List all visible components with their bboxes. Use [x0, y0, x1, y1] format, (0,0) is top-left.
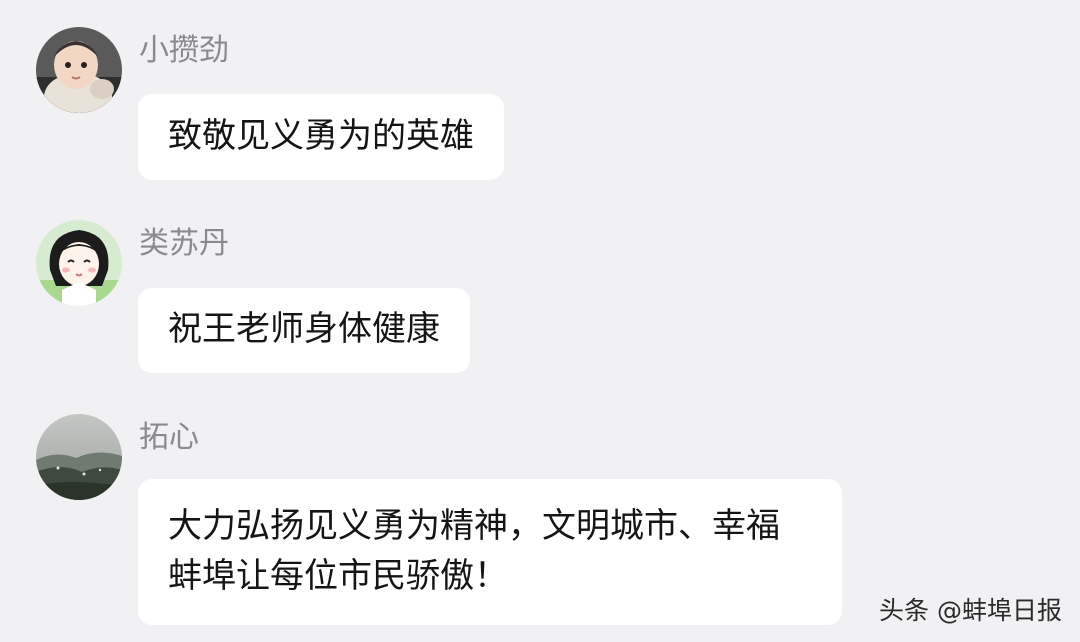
watermark: 头条 @蚌埠日报 — [879, 596, 1062, 625]
message-text-line: 大力弘扬见义勇为精神，文明城市、幸福 — [168, 506, 780, 546]
sender-name: 类苏丹 — [139, 226, 229, 261]
message-text-line: 蚌埠让每位市民骄傲！ — [168, 556, 508, 596]
message-bubble: 祝王老师身体健康 — [138, 288, 470, 373]
landscape-photo-avatar-icon[interactable] — [36, 414, 122, 500]
cartoon-girl-avatar-icon[interactable] — [36, 220, 122, 306]
sender-name: 小攒劲 — [139, 33, 229, 68]
message-bubble: 致敬见义勇为的英雄 — [138, 94, 504, 180]
baby-photo-avatar-icon[interactable] — [36, 27, 122, 113]
chat-thread: 小攒劲 致敬见义勇为的英雄 类苏丹 祝王老师身体健康 拓心 大力弘扬见义勇为精神… — [0, 0, 1080, 642]
message-text: 致敬见义勇为的英雄 — [168, 116, 474, 156]
message-text: 祝王老师身体健康 — [168, 309, 440, 349]
message-bubble: 大力弘扬见义勇为精神，文明城市、幸福 蚌埠让每位市民骄傲！ — [138, 479, 842, 625]
sender-name: 拓心 — [139, 420, 199, 455]
